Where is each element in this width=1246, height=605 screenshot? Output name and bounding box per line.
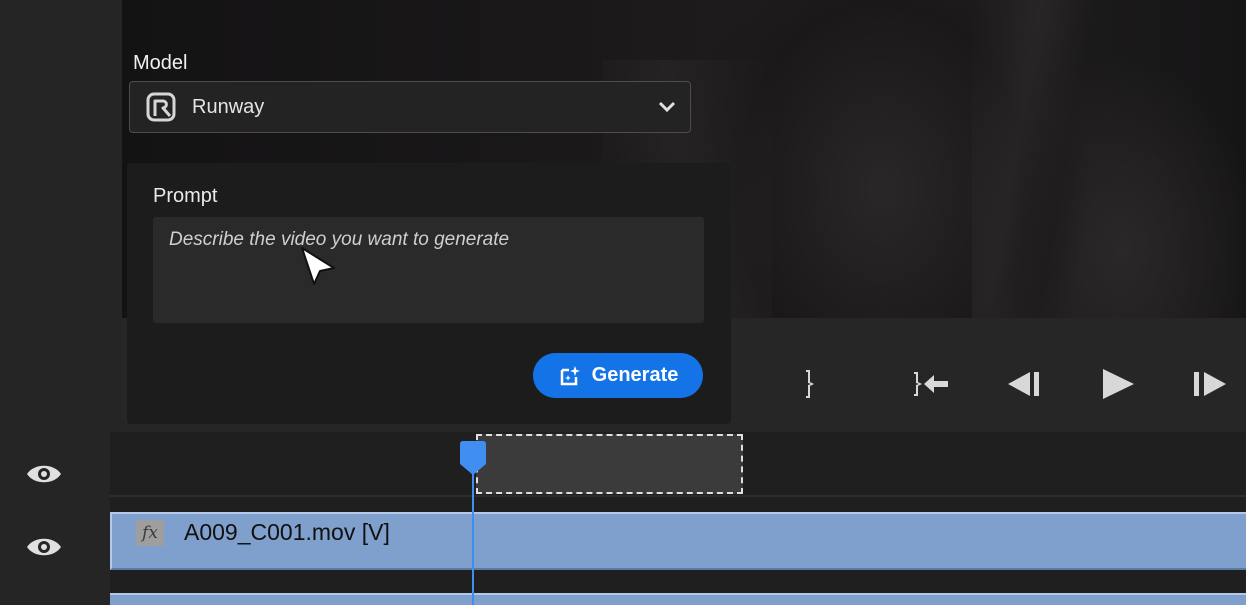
clip-name: A009_C001.mov [V] [184, 519, 390, 545]
eye-icon[interactable] [26, 462, 62, 486]
chevron-down-icon [658, 101, 676, 113]
playhead-handle[interactable] [458, 440, 488, 476]
prompt-input[interactable] [153, 217, 704, 323]
left-gutter [0, 0, 122, 605]
model-label: Model [133, 52, 188, 74]
video-clip[interactable] [110, 593, 1246, 605]
runway-logo-icon [146, 92, 176, 122]
mark-out-icon[interactable] [792, 366, 828, 402]
mouse-cursor-icon [301, 247, 335, 285]
go-to-in-icon[interactable] [910, 366, 952, 402]
track-separator [110, 495, 1246, 497]
generate-sparkle-icon [560, 365, 580, 385]
fx-badge[interactable]: fx [136, 520, 164, 546]
generate-button[interactable]: Generate [533, 353, 703, 398]
prompt-label: Prompt [153, 185, 218, 207]
model-select[interactable]: Runway [129, 81, 691, 133]
preview-shading [972, 0, 1092, 318]
eye-icon[interactable] [26, 535, 62, 559]
play-icon[interactable] [1100, 366, 1136, 402]
model-value: Runway [192, 95, 265, 118]
generate-label: Generate [591, 364, 679, 386]
generation-placeholder-region[interactable] [476, 434, 743, 494]
step-back-icon[interactable] [1006, 366, 1042, 402]
step-forward-icon[interactable] [1192, 366, 1228, 402]
